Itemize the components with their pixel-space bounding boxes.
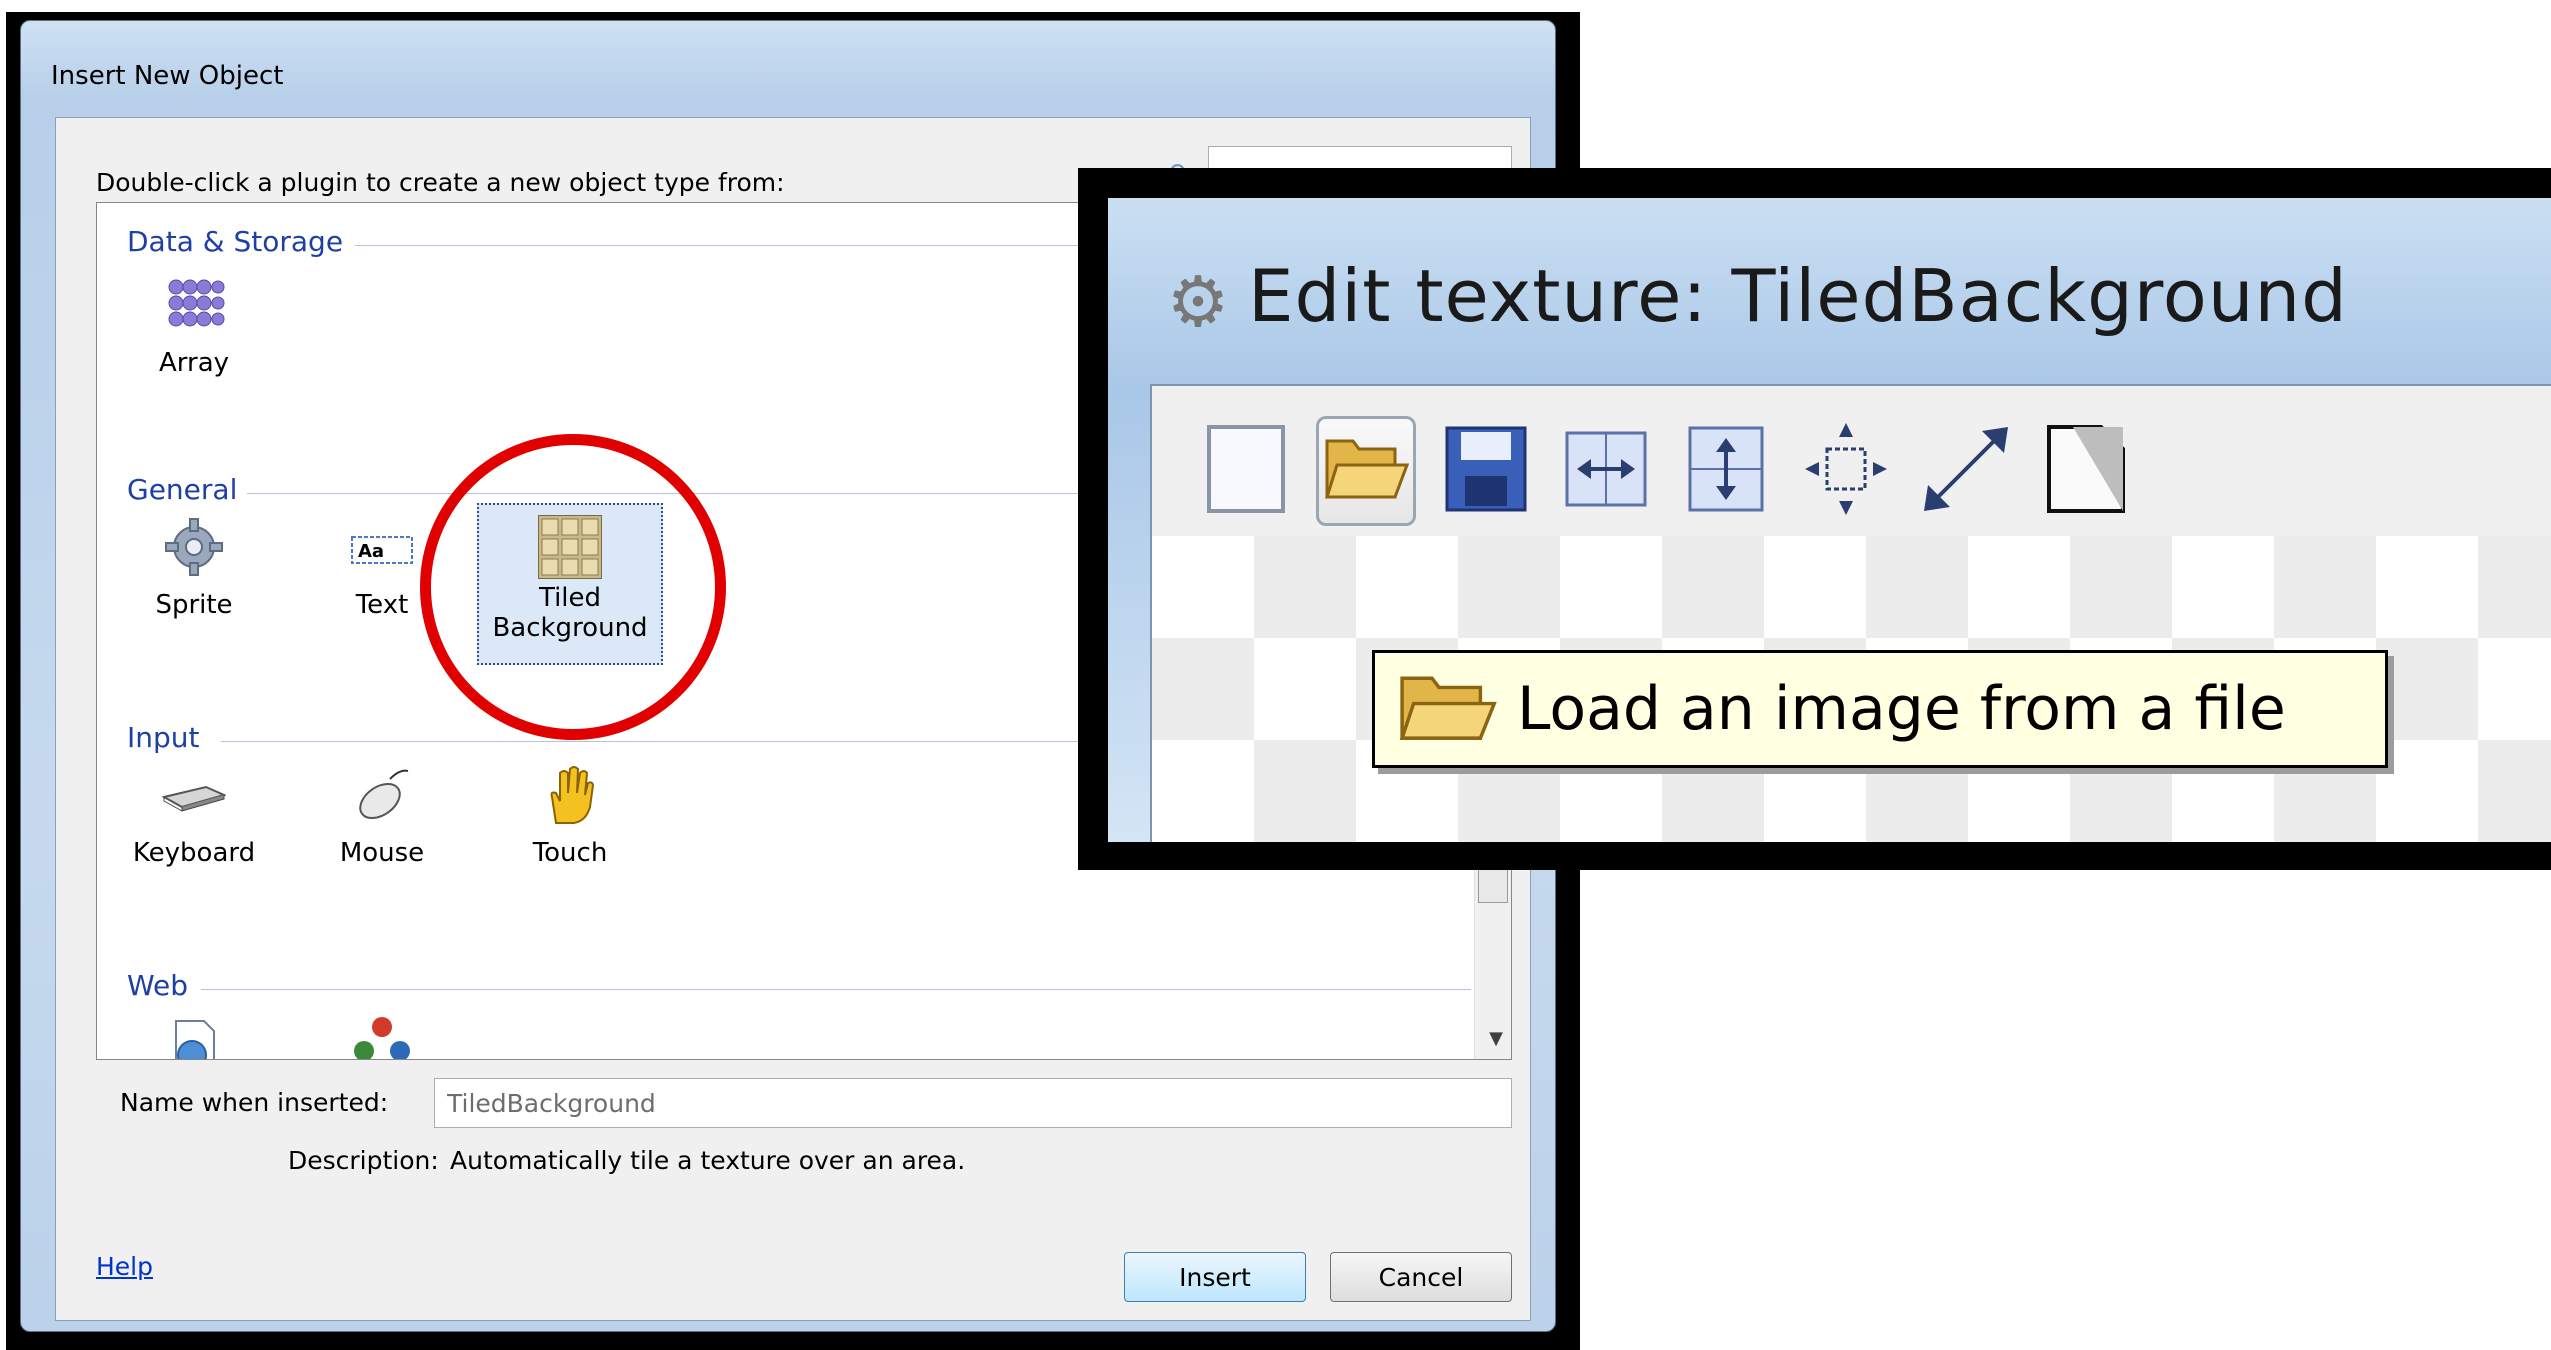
help-link[interactable]: Help bbox=[96, 1252, 153, 1281]
browser-icon bbox=[162, 1011, 226, 1059]
cancel-button[interactable]: Cancel bbox=[1330, 1252, 1512, 1302]
window-title: Edit texture: TiledBackground bbox=[1248, 254, 2348, 338]
tooltip: Load an image from a file bbox=[1372, 650, 2388, 768]
array-icon bbox=[162, 273, 226, 337]
new-blank-button[interactable] bbox=[1196, 416, 1296, 526]
crop-button[interactable] bbox=[1796, 416, 1896, 526]
editor-toolbar bbox=[1196, 416, 2551, 536]
editor-client: Load an image from a file bbox=[1150, 384, 2551, 842]
resize-diagonal-button[interactable] bbox=[1916, 416, 2016, 526]
plugin-label: Sprite bbox=[155, 590, 233, 620]
plugin-item-keyboard[interactable]: Keyboard bbox=[109, 763, 279, 869]
plugin-label: Keyboard bbox=[132, 838, 256, 868]
plugin-item-mouse[interactable]: Mouse bbox=[297, 763, 467, 869]
description-text: Automatically tile a texture over an are… bbox=[450, 1146, 966, 1175]
plugin-label: Array bbox=[158, 348, 230, 378]
group-divider bbox=[201, 989, 1471, 990]
insert-button[interactable]: Insert bbox=[1124, 1252, 1306, 1302]
save-button[interactable] bbox=[1436, 416, 1536, 526]
resize-horizontal-icon bbox=[1563, 429, 1649, 513]
tooltip-text: Load an image from a file bbox=[1517, 674, 2286, 744]
social-icon bbox=[350, 1007, 414, 1059]
plugin-item-sprite[interactable]: Sprite bbox=[109, 515, 279, 621]
open-folder-icon bbox=[1397, 669, 1497, 749]
zoom-callout-frame: ⚙ Edit texture: TiledBackground Load an … bbox=[1078, 168, 2551, 870]
plugin-item-web-browser[interactable] bbox=[109, 1011, 279, 1059]
gear-icon: ⚙ bbox=[1166, 261, 1230, 343]
open-folder-icon bbox=[1323, 431, 1410, 511]
group-header-web: Web bbox=[127, 969, 189, 1002]
svg-text:Aa: Aa bbox=[358, 541, 384, 562]
open-file-button[interactable] bbox=[1316, 416, 1416, 526]
plugin-label: Touch bbox=[532, 838, 608, 868]
keyboard-icon bbox=[161, 763, 227, 827]
text-aa-icon: Aa bbox=[350, 515, 414, 579]
group-header-input: Input bbox=[127, 721, 200, 754]
plugin-item-web-social[interactable] bbox=[297, 1007, 467, 1059]
dialog-title: Insert New Object bbox=[51, 61, 284, 91]
resize-diagonal-icon bbox=[1918, 421, 2014, 521]
sprite-gear-icon bbox=[162, 515, 226, 579]
resize-vertical-button[interactable] bbox=[1676, 416, 1776, 526]
edit-texture-window: ⚙ Edit texture: TiledBackground Load an … bbox=[1108, 198, 2551, 842]
resize-vertical-icon bbox=[1686, 424, 1766, 518]
plugin-item-touch[interactable]: Touch bbox=[485, 763, 655, 869]
page-icon bbox=[2043, 421, 2129, 521]
name-input[interactable] bbox=[434, 1078, 1512, 1128]
crop-icon bbox=[1801, 419, 1891, 523]
instruction-text: Double-click a plugin to create a new ob… bbox=[96, 168, 785, 197]
new-blank-icon bbox=[1203, 421, 1289, 521]
plugin-item-array[interactable]: Array bbox=[109, 273, 279, 379]
name-label: Name when inserted: bbox=[120, 1088, 389, 1117]
resize-horizontal-button[interactable] bbox=[1556, 416, 1656, 526]
plugin-label: Mouse bbox=[339, 838, 425, 868]
description-label: Description: bbox=[288, 1146, 439, 1175]
page-button[interactable] bbox=[2036, 416, 2136, 526]
hand-icon bbox=[538, 763, 602, 827]
mouse-icon bbox=[350, 763, 414, 827]
save-icon bbox=[1443, 424, 1529, 518]
group-header-general: General bbox=[127, 473, 238, 506]
group-header-data-storage: Data & Storage bbox=[127, 225, 344, 258]
highlight-circle bbox=[420, 434, 726, 740]
scroll-down-arrow-icon[interactable]: ▼ bbox=[1489, 1028, 1503, 1049]
